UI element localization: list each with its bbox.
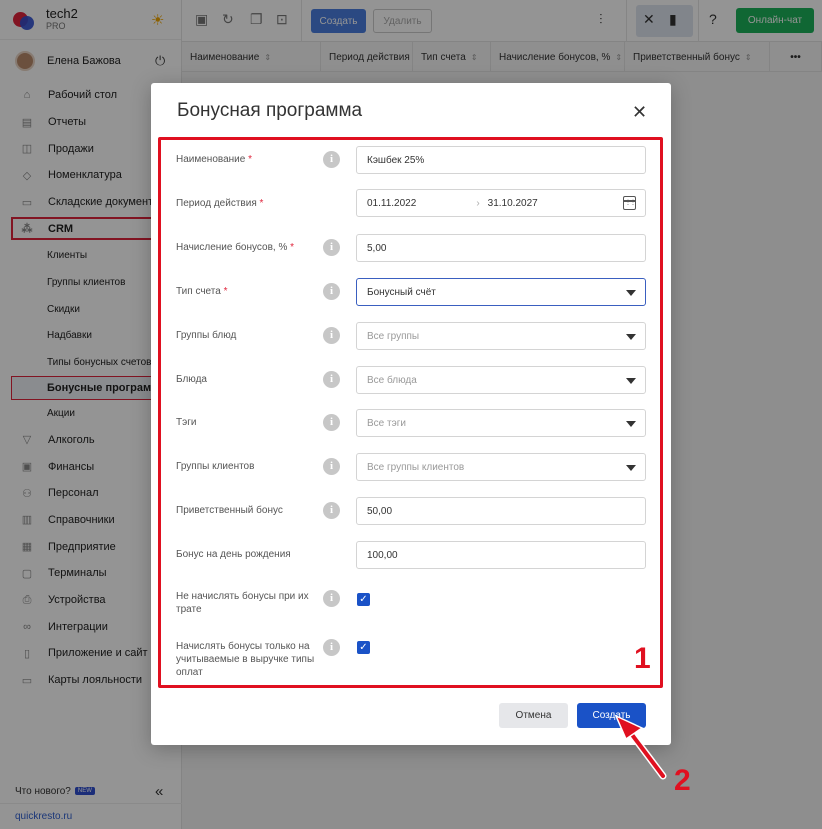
annotation-arrow [614,714,667,780]
annotation-number-2: 2 [674,764,691,797]
